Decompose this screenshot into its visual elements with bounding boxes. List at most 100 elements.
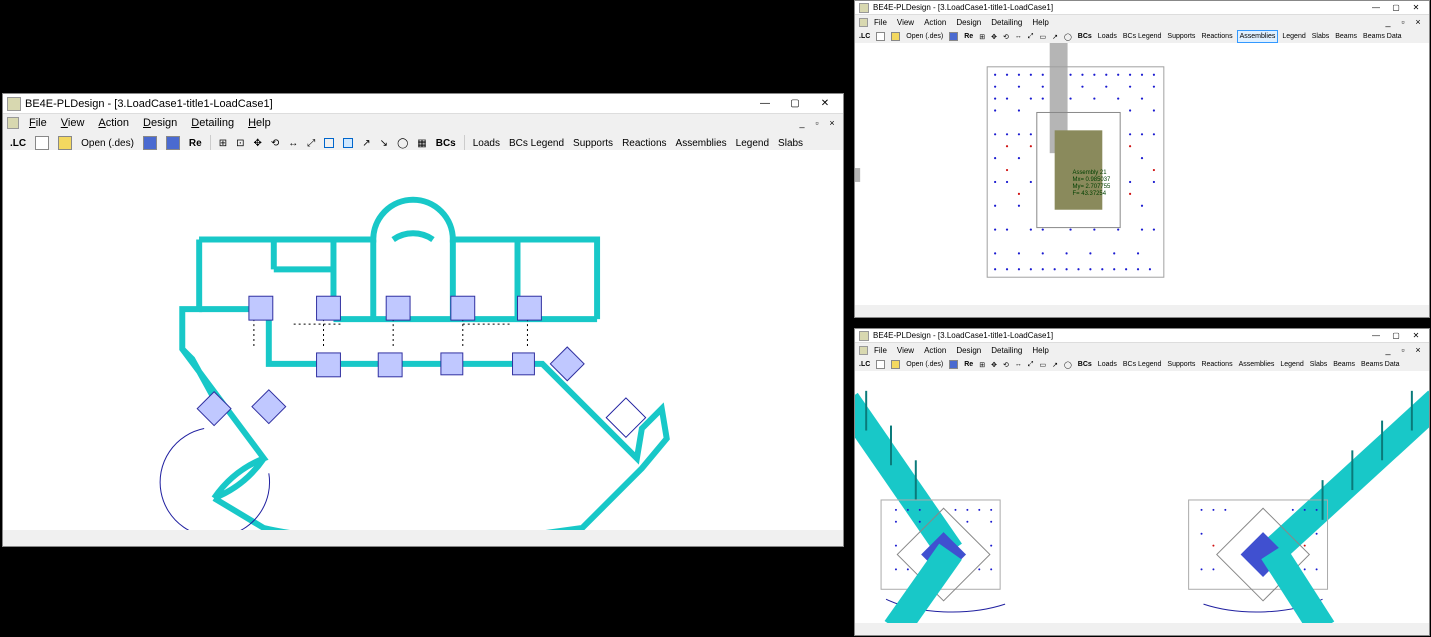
diagonal-columns-svg (855, 371, 1429, 623)
tool-h-icon[interactable]: ◯ (1062, 30, 1074, 43)
open-icon[interactable] (889, 30, 902, 43)
loads-button[interactable]: Loads (1096, 358, 1119, 371)
menu-detailing[interactable]: Detailing (987, 346, 1026, 355)
new-icon[interactable] (874, 30, 887, 43)
tool-a-icon[interactable]: ⊞ (977, 30, 987, 43)
window-title: BE4E-PLDesign - [3.LoadCase1-title1-Load… (25, 98, 751, 110)
minimize-button[interactable]: — (751, 96, 779, 112)
save-icon[interactable] (947, 358, 960, 371)
lc-button[interactable]: .LC (857, 30, 872, 43)
tool-e-icon[interactable]: ⤢ (1026, 358, 1036, 371)
menu-help[interactable]: Help (242, 116, 277, 130)
window-title: BE4E-PLDesign - [3.LoadCase1-title1-Load… (873, 331, 1367, 340)
menu-action[interactable]: Action (920, 346, 950, 355)
menu-action[interactable]: Action (92, 116, 135, 130)
tool-d-icon[interactable]: ↔ (1013, 30, 1024, 43)
tool-f-icon[interactable]: ▭ (1037, 30, 1048, 43)
tool-c-icon[interactable]: ⟲ (1001, 30, 1011, 43)
minimize-button[interactable]: — (1367, 2, 1385, 13)
menu-action[interactable]: Action (920, 18, 950, 27)
assemblies-button[interactable]: Assemblies (1237, 30, 1279, 43)
open-des-button[interactable]: Open (.des) (904, 358, 945, 371)
app-icon (7, 97, 21, 111)
tool-a-icon[interactable]: ⊞ (977, 358, 987, 371)
titlebar: BE4E-PLDesign - [3.LoadCase1-title1-Load… (855, 1, 1429, 15)
drawing-canvas[interactable] (855, 371, 1429, 623)
menu-help[interactable]: Help (1028, 346, 1052, 355)
menu-detailing[interactable]: Detailing (185, 116, 240, 130)
app-icon (859, 331, 869, 341)
menu-detailing[interactable]: Detailing (987, 18, 1026, 27)
menu-view[interactable]: View (893, 18, 918, 27)
mdi-minimize[interactable]: _ (1381, 16, 1395, 28)
open-icon[interactable] (889, 358, 902, 371)
tool-b-icon[interactable]: ✥ (989, 358, 999, 371)
tool-d-icon[interactable]: ↔ (1013, 358, 1024, 371)
assembly-text-l3: My= 2.707755 (1073, 184, 1111, 190)
maximize-button[interactable]: ▢ (1387, 2, 1405, 13)
close-button[interactable]: ✕ (1407, 2, 1425, 13)
bcs-button[interactable]: BCs (1076, 30, 1094, 43)
titlebar: BE4E-PLDesign - [3.LoadCase1-title1-Load… (855, 329, 1429, 343)
new-icon[interactable] (874, 358, 887, 371)
bcs-legend-button[interactable]: BCs Legend (1121, 30, 1164, 43)
mdi-restore[interactable]: ▫ (1396, 16, 1410, 28)
mdi-icon (7, 117, 19, 129)
minimize-button[interactable]: — (1367, 330, 1385, 341)
maximize-button[interactable]: ▢ (781, 96, 809, 112)
mdi-close[interactable]: × (1411, 344, 1425, 356)
slabs-button[interactable]: Slabs (1310, 30, 1332, 43)
menu-help[interactable]: Help (1028, 18, 1052, 27)
loads-button[interactable]: Loads (1096, 30, 1119, 43)
close-button[interactable]: ✕ (811, 96, 839, 112)
bcs-button[interactable]: BCs (1076, 358, 1094, 371)
re-button[interactable]: Re (962, 30, 975, 43)
close-button[interactable]: ✕ (1407, 330, 1425, 341)
menubar: File View Action Design Detailing Help _… (855, 343, 1429, 357)
menu-view[interactable]: View (893, 346, 918, 355)
maximize-button[interactable]: ▢ (1387, 330, 1405, 341)
tool-b-icon[interactable]: ✥ (989, 30, 999, 43)
menubar: File View Action Design Detailing Help _… (855, 15, 1429, 29)
beams-button[interactable]: Beams (1331, 358, 1357, 371)
beams-data-button[interactable]: Beams Data (1359, 358, 1402, 371)
drawing-canvas[interactable]: Assembly 21 Mx= 0.985037 My= 2.707755 F=… (855, 43, 1429, 305)
legend-button[interactable]: Legend (1280, 30, 1307, 43)
beams-data-button[interactable]: Beams Data (1361, 30, 1404, 43)
drawing-canvas[interactable] (3, 150, 843, 530)
legend-button[interactable]: Legend (1278, 358, 1305, 371)
mdi-close[interactable]: × (825, 117, 839, 129)
menu-design[interactable]: Design (137, 116, 183, 130)
mdi-icon (859, 346, 868, 355)
re-button[interactable]: Re (962, 358, 975, 371)
lc-button[interactable]: .LC (857, 358, 872, 371)
mdi-minimize[interactable]: _ (1381, 344, 1395, 356)
tool-g-icon[interactable]: ↗ (1050, 358, 1060, 371)
reactions-button[interactable]: Reactions (1199, 30, 1234, 43)
tool-c-icon[interactable]: ⟲ (1001, 358, 1011, 371)
beams-button[interactable]: Beams (1333, 30, 1359, 43)
menu-file[interactable]: File (870, 18, 891, 27)
window-title: BE4E-PLDesign - [3.LoadCase1-title1-Load… (873, 3, 1367, 12)
menu-file[interactable]: File (23, 116, 53, 130)
mdi-close[interactable]: × (1411, 16, 1425, 28)
bcs-legend-button[interactable]: BCs Legend (1121, 358, 1164, 371)
mdi-minimize[interactable]: _ (795, 117, 809, 129)
mdi-restore[interactable]: ▫ (1396, 344, 1410, 356)
supports-button[interactable]: Supports (1165, 358, 1197, 371)
menu-file[interactable]: File (870, 346, 891, 355)
tool-h-icon[interactable]: ◯ (1062, 358, 1074, 371)
save-icon[interactable] (947, 30, 960, 43)
reactions-button[interactable]: Reactions (1199, 358, 1234, 371)
tool-f-icon[interactable]: ▭ (1037, 358, 1048, 371)
assemblies-button[interactable]: Assemblies (1237, 358, 1277, 371)
supports-button[interactable]: Supports (1165, 30, 1197, 43)
slabs-button[interactable]: Slabs (1308, 358, 1330, 371)
mdi-restore[interactable]: ▫ (810, 117, 824, 129)
menu-design[interactable]: Design (952, 346, 985, 355)
tool-e-icon[interactable]: ⤢ (1026, 30, 1036, 43)
menu-design[interactable]: Design (952, 18, 985, 27)
open-des-button[interactable]: Open (.des) (904, 30, 945, 43)
tool-g-icon[interactable]: ↗ (1050, 30, 1060, 43)
menu-view[interactable]: View (55, 116, 91, 130)
